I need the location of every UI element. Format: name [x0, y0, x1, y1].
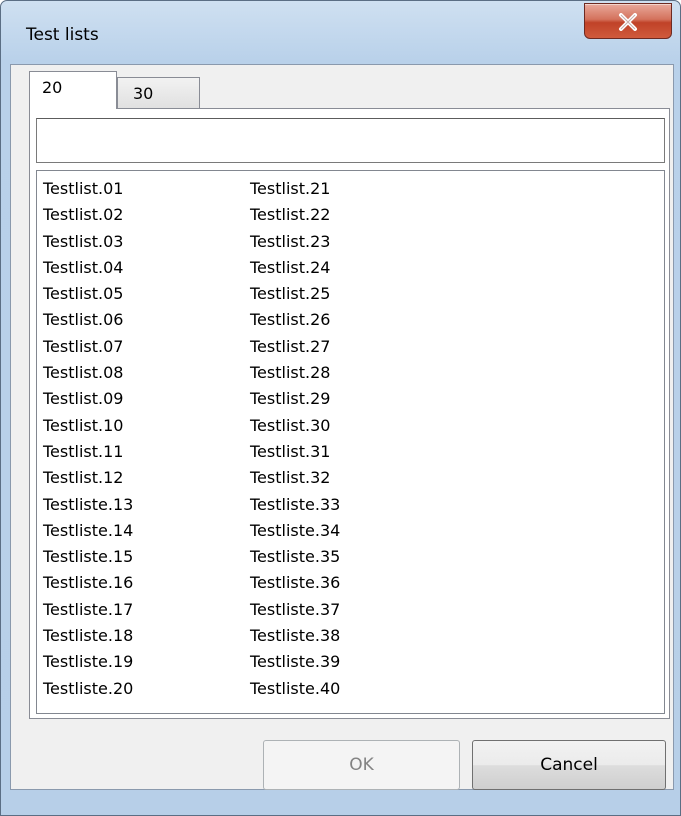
- list-item[interactable]: Testlist.31: [250, 439, 455, 465]
- tab-panel: Testlist.01 Testlist.02 Testlist.03 Testlis…: [29, 108, 670, 719]
- list-item[interactable]: Testlist.09: [43, 386, 248, 412]
- list-item[interactable]: Testlist.08: [43, 360, 248, 386]
- close-button[interactable]: [584, 3, 672, 39]
- tab-20[interactable]: 20: [29, 71, 117, 109]
- list-item[interactable]: Testlist.29: [250, 386, 455, 412]
- list-item[interactable]: Testlist.24: [250, 255, 455, 281]
- list-item[interactable]: Testliste.33: [250, 492, 455, 518]
- list-item[interactable]: Testlist.27: [250, 334, 455, 360]
- list-item[interactable]: Testlist.28: [250, 360, 455, 386]
- test-list-listbox[interactable]: Testlist.01 Testlist.02 Testlist.03 Testlis…: [36, 170, 665, 714]
- list-item[interactable]: Testlist.30: [250, 413, 455, 439]
- list-item[interactable]: Testliste.37: [250, 597, 455, 623]
- list-item[interactable]: Testlist.05: [43, 281, 248, 307]
- list-item[interactable]: Testlist.06: [43, 307, 248, 333]
- title-bar[interactable]: Test lists: [1, 1, 680, 65]
- list-item[interactable]: Testlist.22: [250, 202, 455, 228]
- list-item[interactable]: Testliste.40: [250, 676, 455, 702]
- list-item[interactable]: Testliste.36: [250, 570, 455, 596]
- test-lists-dialog: Test lists 20 30 Testlist.01 Testlist.02 T…: [0, 0, 681, 816]
- window-title: Test lists: [26, 25, 99, 45]
- list-item[interactable]: Testliste.17: [43, 597, 248, 623]
- list-item[interactable]: Testlist.12: [43, 465, 248, 491]
- list-item[interactable]: Testlist.25: [250, 281, 455, 307]
- list-item[interactable]: Testlist.21: [250, 176, 455, 202]
- list-item[interactable]: Testlist.11: [43, 439, 248, 465]
- dialog-client-area: 20 30 Testlist.01 Testlist.02 Testlist.03 T…: [10, 64, 674, 790]
- list-column-2: Testlist.21 Testlist.22 Testlist.23 Testlis…: [250, 176, 455, 702]
- list-item[interactable]: Testlist.01: [43, 176, 248, 202]
- list-item[interactable]: Testlist.26: [250, 307, 455, 333]
- list-item[interactable]: Testlist.32: [250, 465, 455, 491]
- filter-input[interactable]: [36, 118, 665, 163]
- list-item[interactable]: Testliste.39: [250, 649, 455, 675]
- list-item[interactable]: Testliste.15: [43, 544, 248, 570]
- list-item[interactable]: Testliste.16: [43, 570, 248, 596]
- list-item[interactable]: Testliste.38: [250, 623, 455, 649]
- list-item[interactable]: Testliste.20: [43, 676, 248, 702]
- cancel-button[interactable]: Cancel: [472, 740, 666, 790]
- list-item[interactable]: Testliste.14: [43, 518, 248, 544]
- list-item[interactable]: Testliste.18: [43, 623, 248, 649]
- tab-label: 30: [133, 84, 154, 103]
- list-item[interactable]: Testliste.19: [43, 649, 248, 675]
- list-item[interactable]: Testliste.35: [250, 544, 455, 570]
- list-item[interactable]: Testlist.10: [43, 413, 248, 439]
- list-column-1: Testlist.01 Testlist.02 Testlist.03 Testlis…: [43, 176, 248, 702]
- close-x-icon: [619, 13, 637, 31]
- list-item[interactable]: Testlist.03: [43, 229, 248, 255]
- list-item[interactable]: Testlist.07: [43, 334, 248, 360]
- list-item[interactable]: Testlist.23: [250, 229, 455, 255]
- list-item[interactable]: Testlist.04: [43, 255, 248, 281]
- ok-button[interactable]: OK: [263, 740, 460, 790]
- list-item[interactable]: Testlist.02: [43, 202, 248, 228]
- list-item[interactable]: Testliste.13: [43, 492, 248, 518]
- tab-30[interactable]: 30: [117, 77, 200, 109]
- tab-label: 20: [42, 78, 63, 97]
- list-item[interactable]: Testliste.34: [250, 518, 455, 544]
